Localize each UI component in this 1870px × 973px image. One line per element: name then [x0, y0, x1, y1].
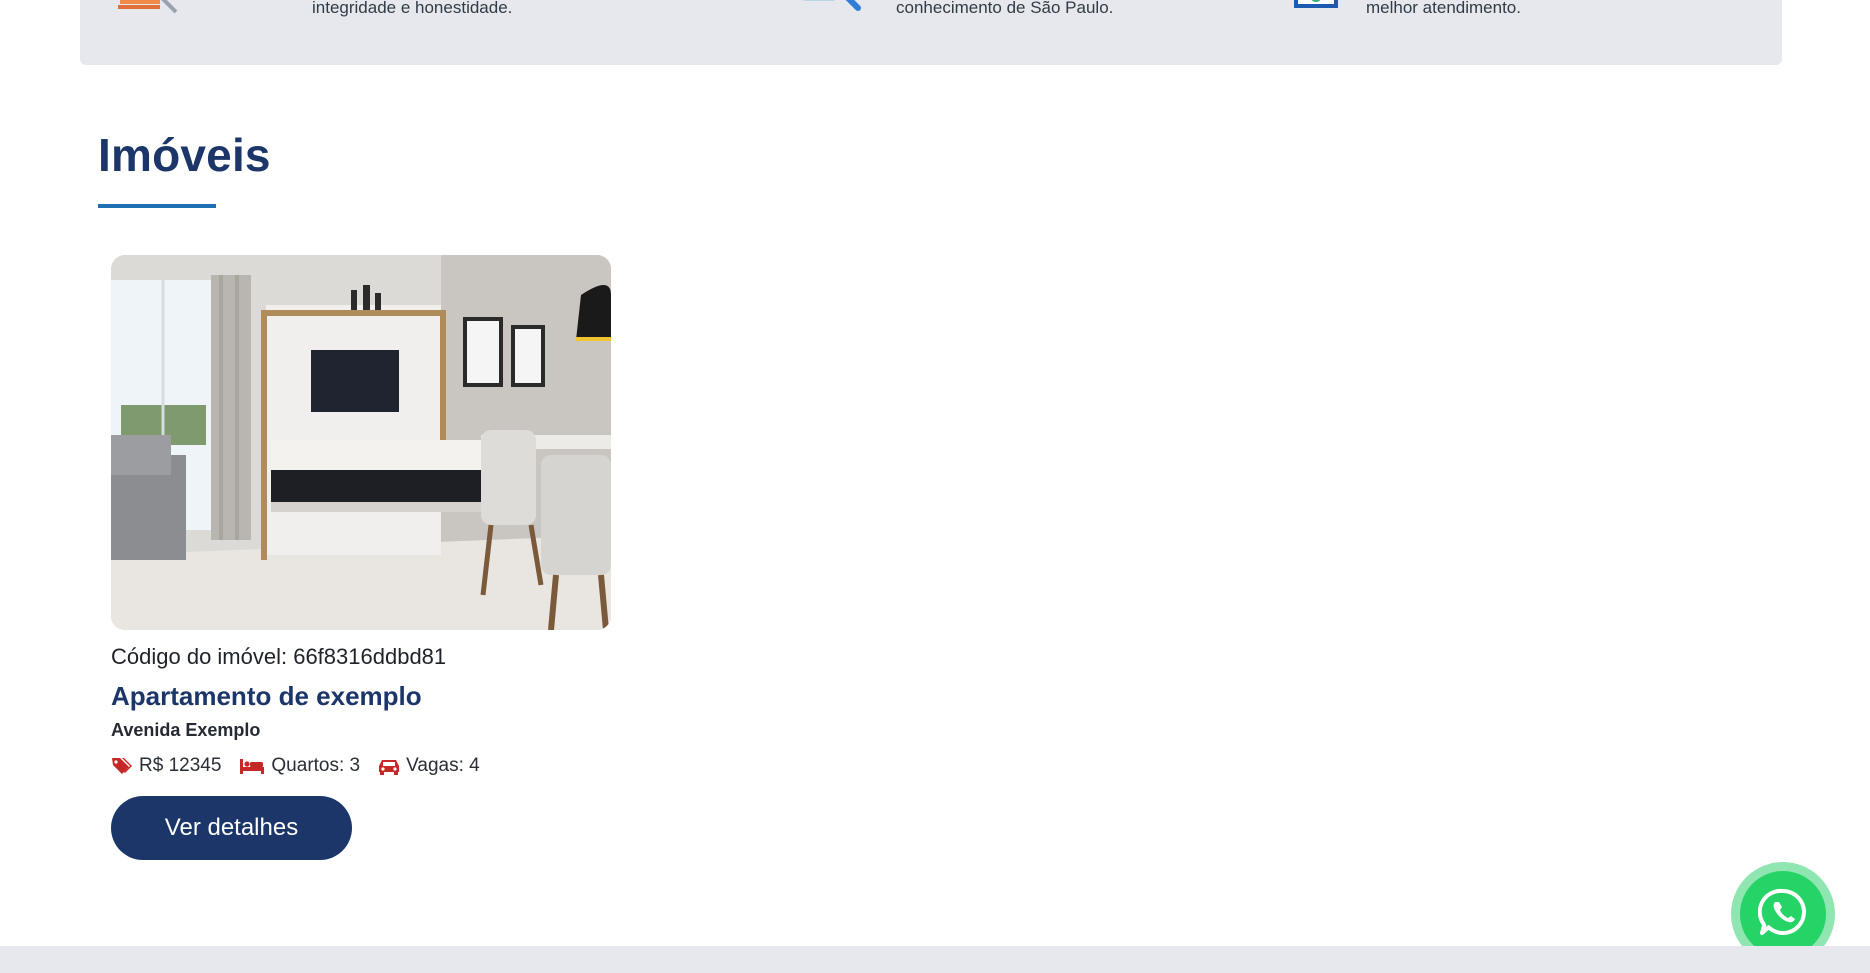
- property-code: Código do imóvel: 66f8316ddbd81: [111, 644, 447, 669]
- feature-service-text: melhor atendimento.: [1366, 0, 1521, 17]
- price-text: R$ 12345: [139, 755, 222, 776]
- apartment-living-room-photo[interactable]: [111, 255, 611, 630]
- tags-icon: [111, 757, 133, 775]
- property-title[interactable]: Apartamento de exemplo: [111, 681, 422, 712]
- bed-icon: [239, 757, 265, 775]
- property-card: Código do imóvel: 66f8316ddbd81 Apartame…: [111, 255, 611, 860]
- documents-pen-icon: [118, 0, 182, 21]
- property-meta: R$ 12345 Quartos: 3 Vagas: 4: [111, 755, 480, 777]
- footer-band: [0, 946, 1870, 973]
- features-strip: integridade e honestidade. conhecimento …: [80, 0, 1782, 65]
- rooms-text: Quartos: 3: [271, 755, 361, 776]
- whatsapp-icon: [1757, 887, 1808, 942]
- parking-info: Vagas: 4: [378, 755, 480, 777]
- certificate-check-icon: [1294, 0, 1340, 21]
- title-underline: [98, 204, 216, 208]
- magnifier-document-icon: [802, 0, 868, 21]
- whatsapp-circle: [1740, 871, 1826, 957]
- price-info: R$ 12345: [111, 755, 221, 777]
- section-title: Imóveis: [98, 129, 271, 181]
- feature-integrity-text: integridade e honestidade.: [312, 0, 513, 17]
- car-icon: [378, 757, 400, 775]
- parking-text: Vagas: 4: [406, 755, 480, 776]
- view-details-button[interactable]: Ver detalhes: [111, 796, 352, 860]
- rooms-info: Quartos: 3: [239, 755, 360, 777]
- feature-knowledge-text: conhecimento de São Paulo.: [896, 0, 1114, 17]
- property-address: Avenida Exemplo: [111, 720, 261, 740]
